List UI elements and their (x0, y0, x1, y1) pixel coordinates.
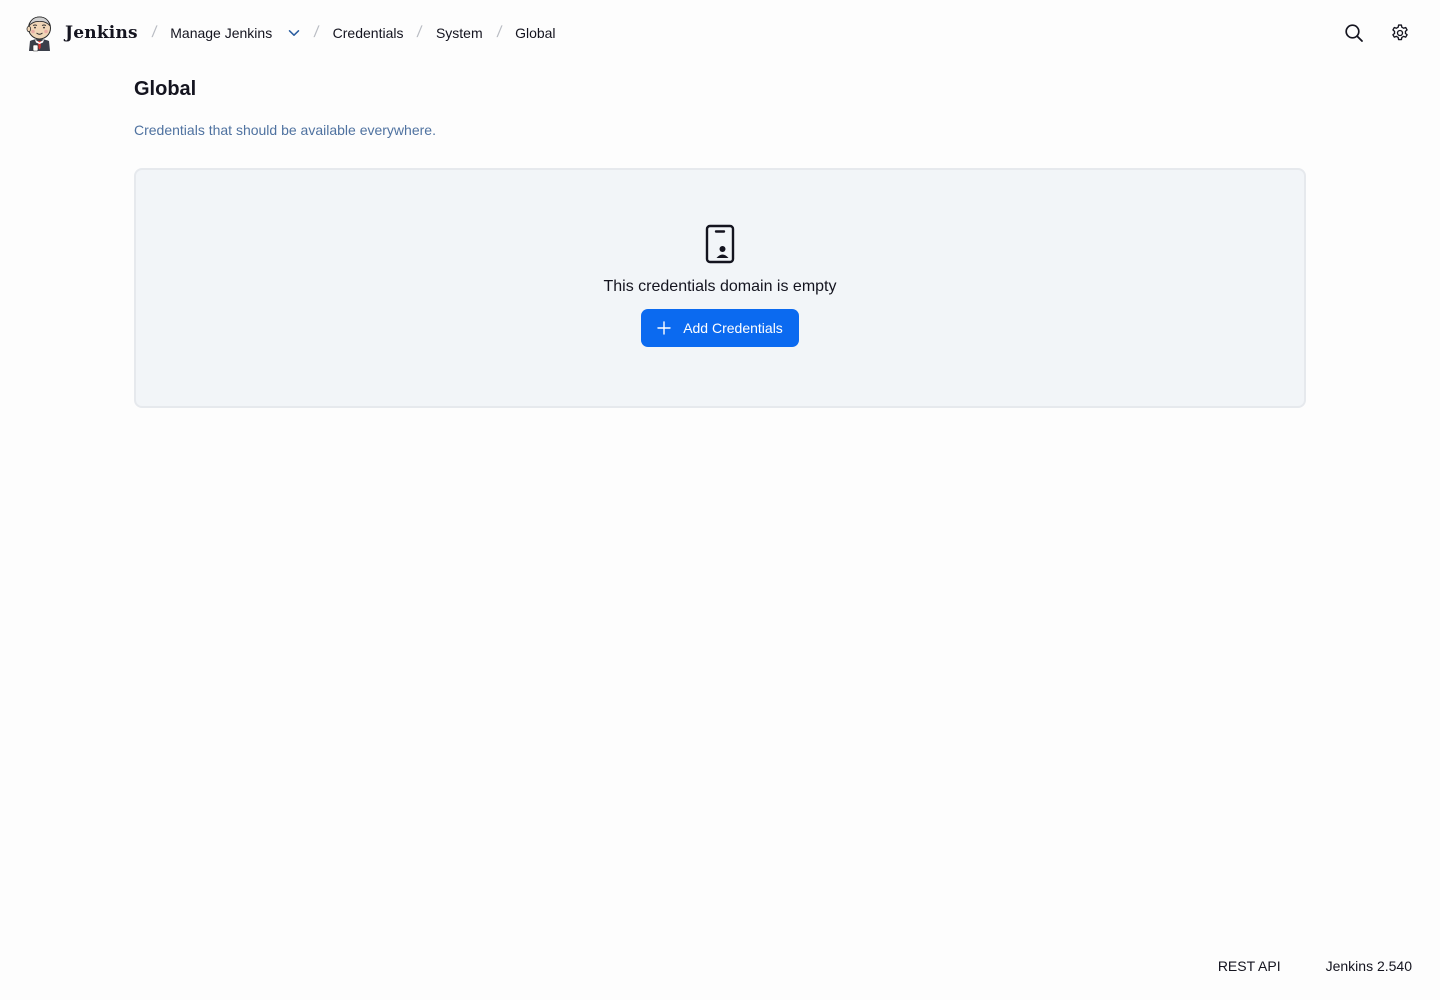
main-content: Global Credentials that should be availa… (134, 66, 1306, 408)
breadcrumb: / Manage Jenkins / Credentials / System … (144, 0, 562, 66)
breadcrumb-system[interactable]: System (430, 21, 489, 45)
page-header: Jenkins / Manage Jenkins / Credentials /… (0, 0, 1440, 66)
page-title: Global (134, 78, 197, 100)
rest-api-link[interactable]: REST API (1218, 958, 1281, 974)
page-footer: REST API Jenkins 2.540 (1218, 958, 1412, 974)
jenkins-logo-link[interactable]: Jenkins (24, 15, 138, 52)
header-actions (1338, 0, 1416, 66)
gear-icon (1392, 24, 1408, 41)
breadcrumb-manage-jenkins[interactable]: Manage Jenkins (164, 21, 278, 45)
breadcrumb-separator: / (416, 24, 424, 41)
jenkins-version-link[interactable]: Jenkins 2.540 (1326, 958, 1412, 974)
add-credentials-label: Add Credentials (683, 320, 783, 336)
chevron-down-icon (288, 30, 300, 36)
id-badge-icon (705, 224, 735, 264)
settings-button[interactable] (1384, 17, 1416, 49)
jenkins-butler-icon (26, 16, 51, 51)
breadcrumb-separator: / (313, 24, 320, 41)
add-credentials-button[interactable]: Add Credentials (641, 309, 799, 347)
breadcrumb-separator: / (495, 24, 503, 41)
breadcrumb-global[interactable]: Global (509, 21, 561, 45)
logo-text: Jenkins (65, 23, 138, 43)
breadcrumb-credentials[interactable]: Credentials (327, 21, 410, 45)
page-description: Credentials that should be available eve… (134, 122, 436, 138)
search-button[interactable] (1338, 17, 1370, 49)
empty-state-panel: This credentials domain is empty Add Cre… (134, 168, 1306, 408)
plus-icon (657, 321, 671, 335)
search-icon (1345, 24, 1363, 42)
breadcrumb-separator: / (150, 24, 158, 41)
breadcrumb-dropdown-button[interactable] (282, 21, 306, 45)
empty-state-message: This credentials domain is empty (603, 278, 837, 295)
